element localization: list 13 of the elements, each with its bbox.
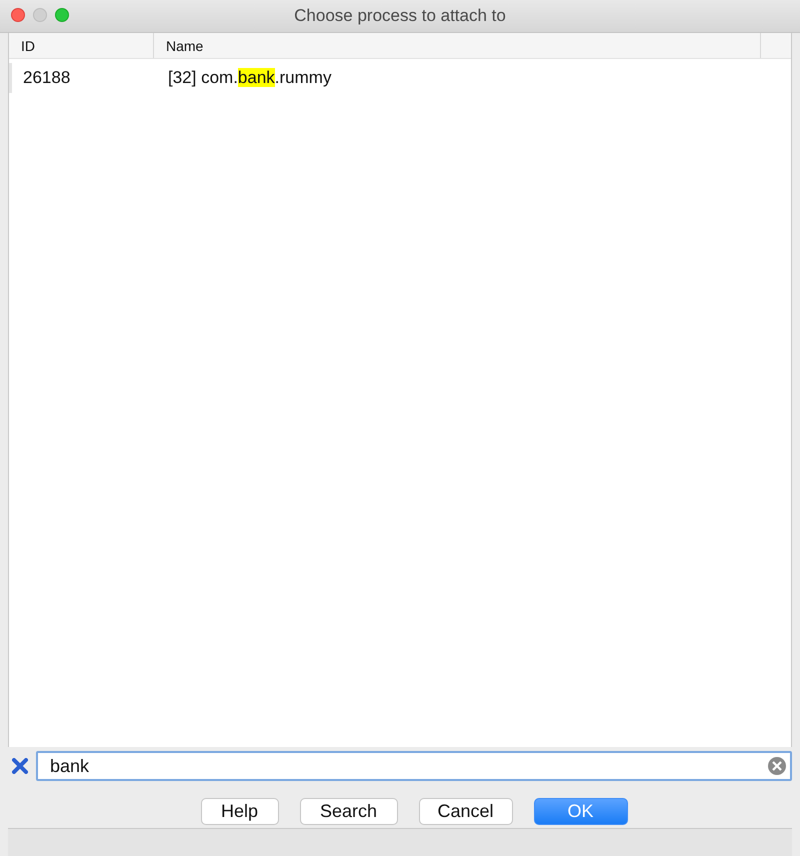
close-button[interactable] [11,8,25,22]
table-cell-text: [32] com.bank.rummy [167,67,332,89]
window-title: Choose process to attach to [294,6,506,26]
cross-icon[interactable] [12,758,28,774]
column-header[interactable]: Name [154,33,761,58]
filter-field[interactable]: bank [36,751,792,781]
search-button[interactable]: Search [300,798,398,825]
help-button[interactable]: Help [200,798,278,825]
clear-icon[interactable] [767,756,787,776]
cancel-button[interactable]: Cancel [418,798,512,825]
table-cell-text: 26188 [22,67,72,89]
zoom-button[interactable] [55,8,69,22]
column-header[interactable]: ID [9,33,154,58]
